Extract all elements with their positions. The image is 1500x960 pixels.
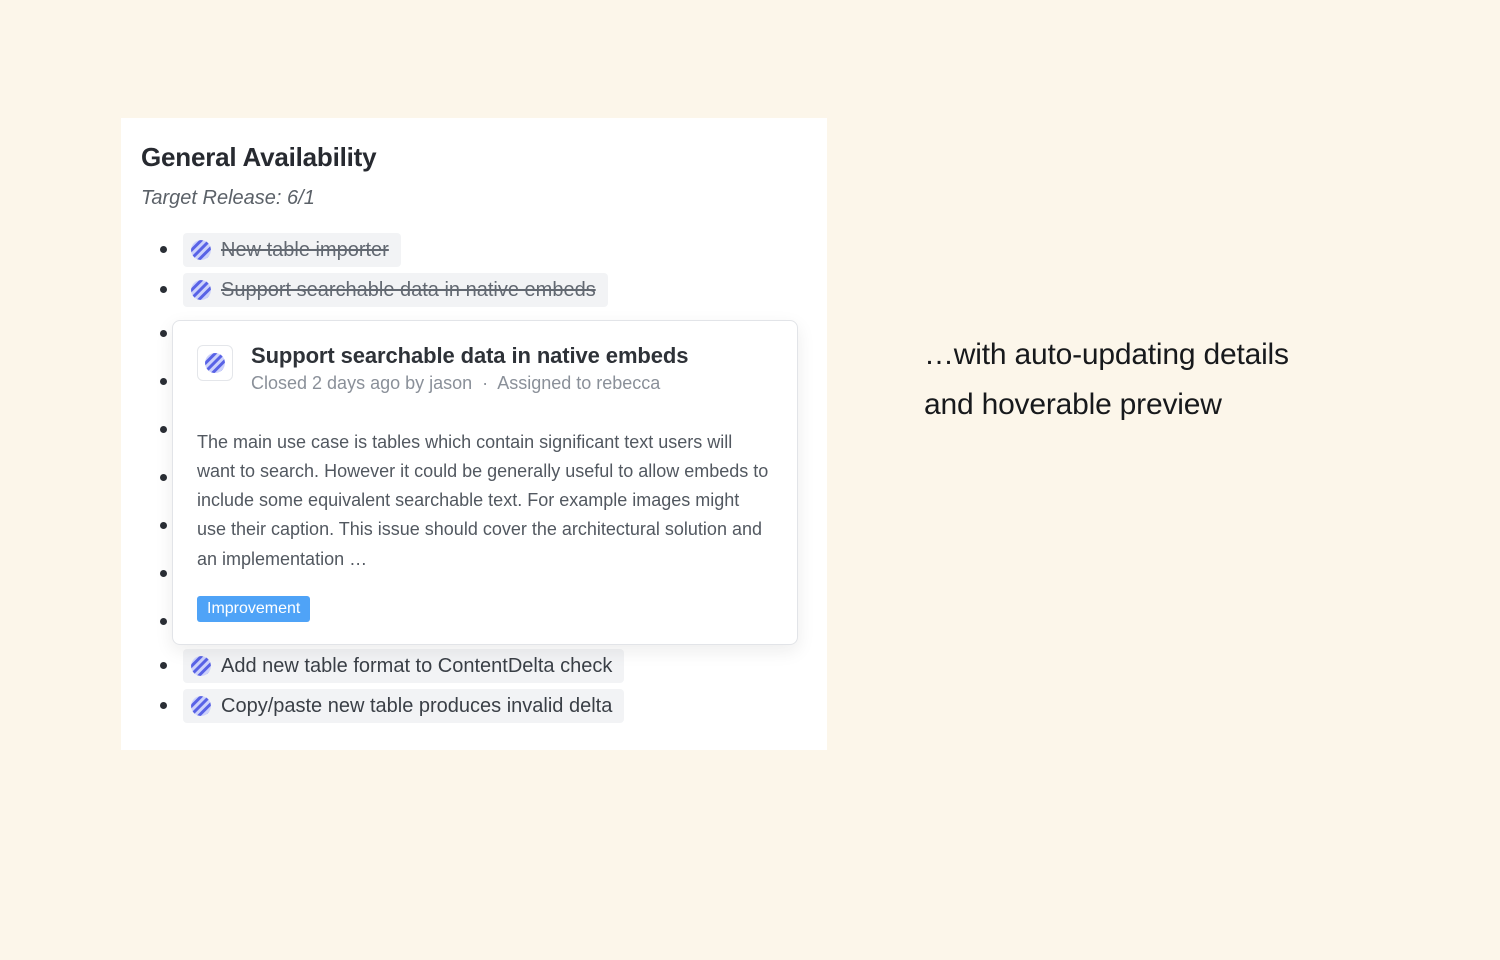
issue-chip[interactable]: Copy/paste new table produces invalid de… [183,689,624,723]
popover-heading-col: Support searchable data in native embeds… [251,343,688,394]
issue-chip[interactable]: Support searchable data in native embeds [183,273,608,307]
meta-separator: · [482,373,488,393]
popover-title: Support searchable data in native embeds [251,343,688,369]
issue-icon [191,240,211,260]
issue-label: Copy/paste new table produces invalid de… [221,693,612,719]
list-item: Copy/paste new table produces invalid de… [141,686,803,726]
card-subtitle: Target Release: 6/1 [141,187,803,210]
list-item: New table importer [141,230,803,270]
issue-chip[interactable]: Add new table format to ContentDelta che… [183,649,624,683]
issue-icon [191,696,211,716]
popover-header: Support searchable data in native embeds… [197,343,773,394]
card-title: General Availability [141,142,803,173]
popover-body: The main use case is tables which contai… [197,428,773,574]
issue-icon [191,280,211,300]
issue-label: New table importer [221,237,389,263]
popover-assigned-meta: Assigned to rebecca [497,373,660,393]
issue-icon [191,656,211,676]
feature-caption: …with auto-updating details and hoverabl… [924,330,1314,431]
issue-tag[interactable]: Improvement [197,596,310,622]
popover-icon-box [197,345,233,381]
list-item: Support searchable data in native embeds [141,270,803,310]
issue-hover-preview[interactable]: Support searchable data in native embeds… [172,320,798,645]
issue-icon [205,352,225,374]
popover-closed-meta: Closed 2 days ago by jason [251,373,472,393]
list-item: Add new table format to ContentDelta che… [141,646,803,686]
issue-label: Add new table format to ContentDelta che… [221,653,612,679]
popover-meta: Closed 2 days ago by jason · Assigned to… [251,373,688,394]
issue-label: Support searchable data in native embeds [221,277,596,303]
issue-chip[interactable]: New table importer [183,233,401,267]
